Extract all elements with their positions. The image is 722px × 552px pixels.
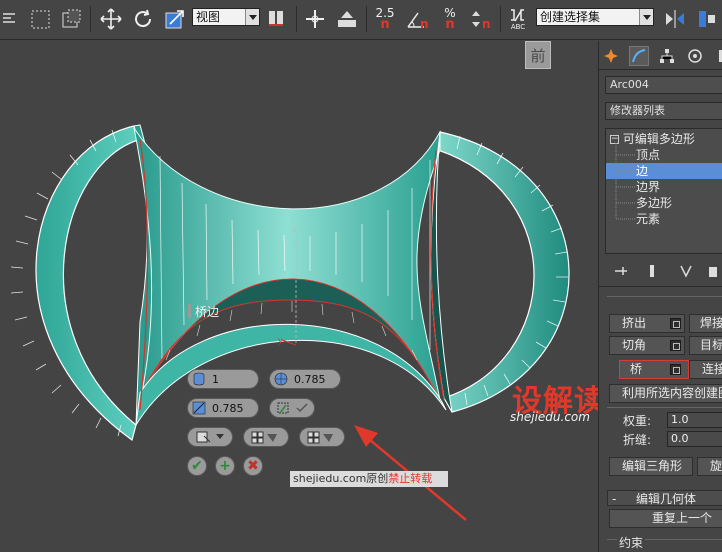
pivot-center-icon[interactable]: [264, 6, 292, 32]
right-arc-ring[interactable]: [437, 131, 570, 413]
move-icon[interactable]: [98, 6, 124, 32]
crease-input[interactable]: 0.0: [667, 431, 722, 447]
repeat-last-button[interactable]: 重复上一个: [609, 509, 722, 528]
left-arc-ring[interactable]: [35, 125, 139, 441]
create-tab-icon[interactable]: [601, 46, 621, 66]
window-crossing-icon[interactable]: [58, 6, 84, 32]
annotation-arrow: [354, 425, 467, 521]
pin-stack-icon[interactable]: [613, 263, 629, 282]
weight-input[interactable]: 1.0: [667, 412, 722, 428]
hierarchy-tab-icon[interactable]: [657, 46, 677, 66]
pick-edge-icon: [251, 431, 277, 444]
pick-edge-2-button[interactable]: [299, 427, 345, 447]
connect-button[interactable]: 连接: [689, 360, 722, 379]
create-shape-button[interactable]: 利用所选内容创建图形: [609, 384, 722, 403]
taper-icon: [192, 401, 206, 415]
sphere-icon: [274, 372, 288, 386]
motion-tab-icon[interactable]: [685, 46, 705, 66]
ok-button[interactable]: ✔: [187, 456, 207, 476]
align-icon[interactable]: [694, 6, 720, 32]
check-icon: [296, 403, 308, 413]
reset-icon: [277, 402, 289, 414]
command-panel: Arc004 修改器列表 − 可编辑多边形 顶点 边 边界 多边形 元素 挤出 …: [598, 41, 722, 552]
settings-icon[interactable]: [670, 318, 681, 329]
named-selection-dropdown[interactable]: 创建选择集: [536, 8, 654, 26]
caddy-row-4: ✔ + ✖: [187, 456, 263, 476]
display-tab-icon[interactable]: [713, 46, 722, 66]
smooth-field[interactable]: 0.785: [269, 369, 341, 389]
weight-label: 权重:: [623, 414, 652, 428]
spinner-snap-icon[interactable]: n: [466, 6, 494, 32]
main-toolbar: 视图 2.5 n n % n n ABC 创建选择集: [0, 0, 722, 40]
turn-button[interactable]: 旋: [697, 457, 722, 476]
cylinder-icon: [192, 372, 206, 386]
chevron-down-icon: [216, 434, 224, 439]
caddy-title[interactable]: 桥边: [188, 302, 219, 320]
snap-toggle-icon[interactable]: 2.5 n: [370, 6, 400, 32]
axis-y-label: y: [278, 336, 283, 345]
rotate-icon[interactable]: [130, 6, 156, 32]
svg-text:n: n: [482, 17, 491, 31]
apply-button[interactable]: +: [215, 456, 235, 476]
taper-field[interactable]: 0.785: [187, 398, 259, 418]
remove-modifier-icon[interactable]: [707, 263, 719, 282]
bridge-settings-icon[interactable]: [670, 364, 681, 375]
watermark-bar: shejiedu.com原创禁止转载: [290, 471, 448, 487]
bridge-button[interactable]: 桥: [619, 360, 689, 379]
percent-snap-icon[interactable]: % n: [436, 6, 464, 32]
keyboard-shortcut-icon[interactable]: [334, 6, 360, 32]
align-left-icon[interactable]: [0, 6, 18, 32]
extrude-button[interactable]: 挤出: [609, 314, 685, 333]
object-name-field[interactable]: Arc004: [605, 76, 722, 94]
weld-button[interactable]: 焊接: [689, 314, 722, 333]
make-unique-icon[interactable]: [679, 263, 699, 282]
pick-edge-icon: [307, 431, 333, 444]
cancel-button[interactable]: ✖: [243, 456, 263, 476]
chamfer-button[interactable]: 切角: [609, 336, 685, 355]
crease-label: 折缝:: [623, 433, 652, 447]
modify-tab-icon[interactable]: [629, 46, 649, 66]
brand-url: shejiedu.com: [510, 410, 590, 424]
svg-text:n: n: [420, 17, 429, 31]
modifier-stack[interactable]: − 可编辑多边形 顶点 边 边界 多边形 元素: [605, 128, 722, 254]
edit-triangulation-button[interactable]: 编辑三角形: [609, 457, 693, 476]
pick-mode-dropdown[interactable]: [187, 427, 233, 447]
caddy-row-3: [187, 427, 345, 447]
twist-toggle[interactable]: [269, 398, 315, 418]
target-weld-button[interactable]: 目标: [689, 336, 722, 355]
pick-edge-1-button[interactable]: [243, 427, 289, 447]
pick-icon: [196, 431, 211, 443]
edit-named-selection-icon[interactable]: ABC: [504, 6, 532, 32]
mirror-icon[interactable]: [662, 6, 688, 32]
segments-field[interactable]: 1: [187, 369, 259, 389]
angle-snap-icon[interactable]: n: [402, 6, 434, 32]
viewcube[interactable]: 前: [525, 41, 551, 69]
coord-system-dropdown[interactable]: 视图: [192, 8, 260, 26]
modifier-list-dropdown[interactable]: 修改器列表: [605, 102, 722, 120]
constraints-label: 约束: [617, 534, 646, 551]
axis-z-label: z: [292, 224, 296, 233]
select-manipulate-icon[interactable]: [302, 6, 328, 32]
caddy-row-2: 0.785: [187, 398, 315, 418]
stack-toolbar: [599, 261, 722, 279]
settings-icon[interactable]: [670, 340, 681, 351]
edit-geometry-rollout[interactable]: - 编辑几何体: [607, 490, 722, 506]
caddy-row-1: 1 0.785: [187, 369, 341, 389]
rect-select-region-icon[interactable]: [28, 6, 54, 32]
scale-icon[interactable]: [162, 6, 188, 32]
show-end-result-icon[interactable]: [647, 263, 657, 282]
